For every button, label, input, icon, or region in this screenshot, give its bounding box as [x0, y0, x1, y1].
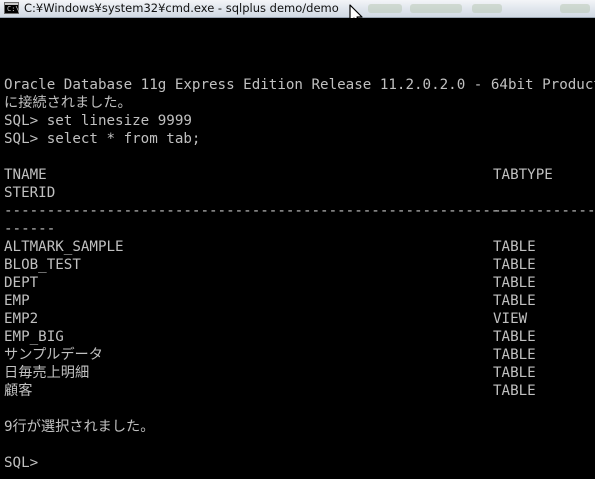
table-row-type: TABLE [493, 365, 536, 381]
column-header-tname: TNAME [4, 167, 47, 183]
separator-tname: ----------------------------------------… [4, 203, 517, 219]
table-row-name: DEPT [4, 275, 39, 291]
table-row-type: TABLE [493, 329, 536, 345]
column-header-tabtype: TABTYPE [493, 167, 553, 183]
window-title: C:¥Windows¥system32¥cmd.exe - sqlplus de… [24, 1, 339, 15]
separator-tabtype: ------------ [493, 203, 595, 219]
console-output[interactable]: Oracle Database 11g Express Edition Rele… [0, 18, 595, 479]
table-row-name: 顧客 [4, 383, 33, 399]
command-linesize: SQL> set linesize 9999 [4, 113, 192, 129]
table-row-type: TABLE [493, 239, 536, 255]
table-row-type: TABLE [493, 257, 536, 273]
sql-prompt[interactable]: SQL> [4, 454, 47, 472]
table-row-name: BLOB_TEST [4, 257, 81, 273]
blurred-background [410, 4, 462, 13]
command-select: SQL> select * from tab; [4, 131, 201, 147]
table-row-name: サンプルデータ [4, 347, 103, 363]
column-header-clusterid: STERID [4, 185, 56, 201]
table-row-type: TABLE [493, 293, 536, 309]
cmd-window: C:\ C:¥Windows¥system32¥cmd.exe - sqlplu… [0, 0, 595, 479]
cmd-icon[interactable]: C:\ [4, 2, 20, 14]
banner-line: Oracle Database 11g Express Edition Rele… [4, 77, 595, 93]
connected-message: に接続されました。 [4, 95, 132, 111]
blurred-background [368, 4, 402, 13]
table-row-name: EMP2 [4, 311, 39, 327]
table-row-name: 日毎売上明細 [4, 365, 90, 381]
table-row-type: TABLE [493, 275, 536, 291]
table-row-type: TABLE [493, 383, 536, 399]
table-row-type: TABLE [493, 347, 536, 363]
table-row-name: EMP [4, 293, 30, 309]
table-row-type: VIEW [493, 311, 528, 327]
separator-clusterid: ------ [4, 221, 56, 237]
table-row-name: EMP_BIG [4, 329, 64, 345]
table-row-name: ALTMARK_SAMPLE [4, 239, 124, 255]
blurred-background [472, 4, 502, 13]
title-bar[interactable]: C:\ C:¥Windows¥system32¥cmd.exe - sqlplu… [0, 0, 595, 18]
blurred-background [560, 4, 590, 13]
rows-selected-message: 9行が選択されました。 [4, 419, 155, 435]
